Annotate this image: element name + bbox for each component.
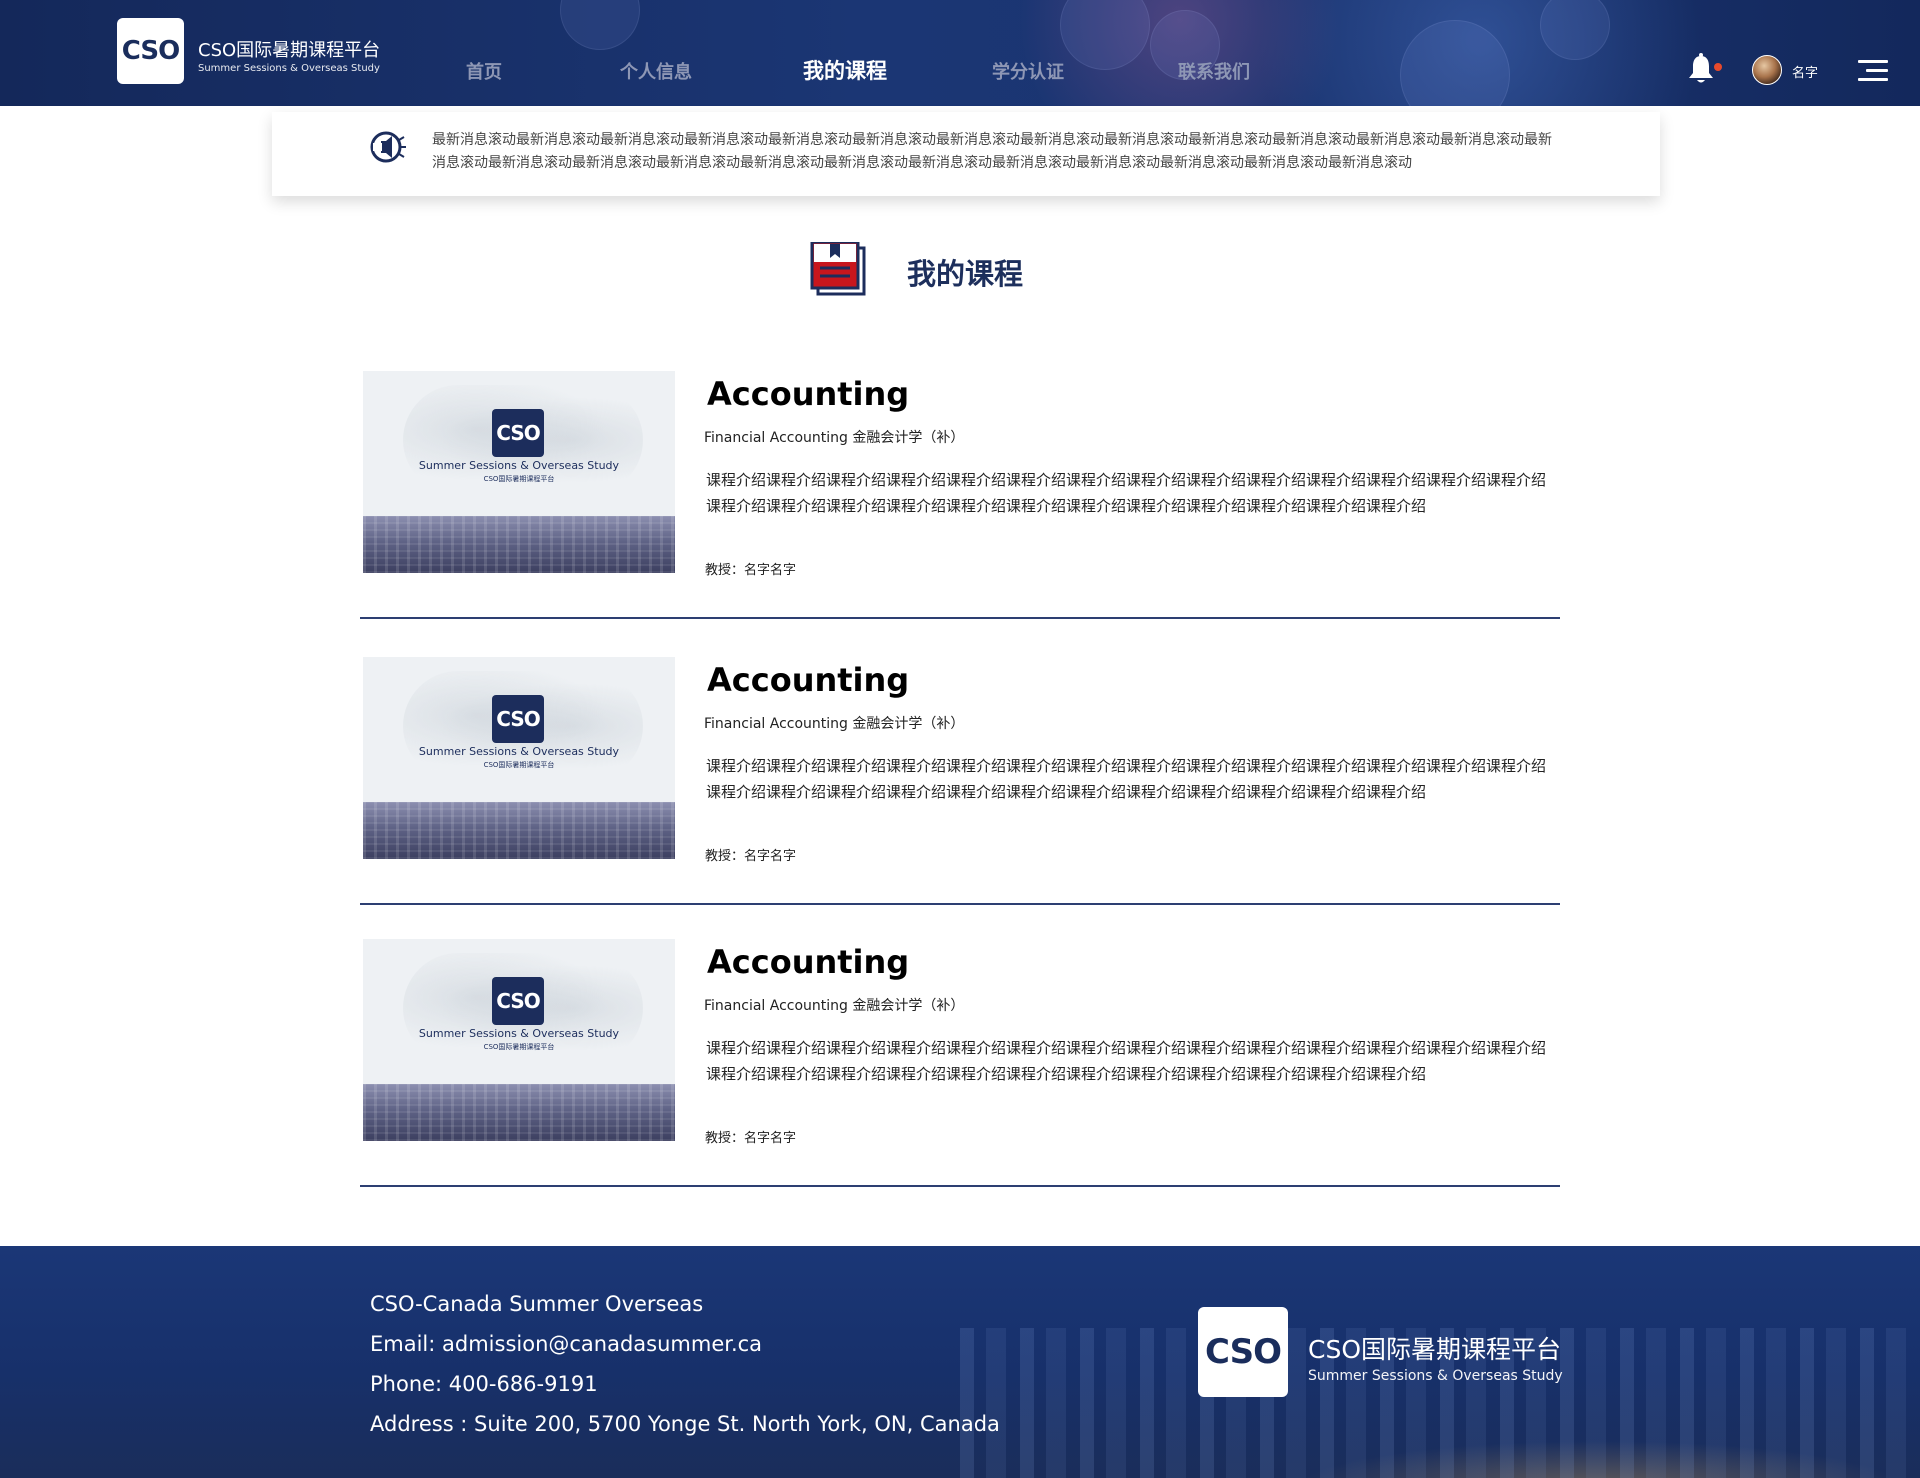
header-decoration: [1540, 0, 1610, 60]
course-professor: 教授：名字名字: [705, 1131, 797, 1146]
course-subtitle: Financial Accounting 金融会计学（补）: [704, 998, 965, 1014]
footer-contact: CSO-Canada Summer Overseas Email: admiss…: [370, 1284, 1000, 1444]
speaker-icon: [370, 131, 406, 163]
city-photo: [363, 1084, 675, 1141]
logo-mark: CSO: [121, 36, 180, 66]
nav-contact-us[interactable]: 联系我们: [1178, 58, 1250, 84]
thumbnail-tagline: Summer Sessions & Overseas Study: [418, 459, 620, 472]
course-professor: 教授：名字名字: [705, 849, 797, 864]
notification-dot: [1714, 63, 1722, 71]
course-book-icon: [810, 242, 866, 296]
bell-icon[interactable]: [1686, 53, 1716, 85]
footer-logo-title: CSO国际暑期课程平台: [1308, 1335, 1562, 1364]
top-header: CSO CSO国际暑期课程平台 Summer Sessions & Overse…: [0, 0, 1920, 106]
logo-title: CSO国际暑期课程平台: [198, 40, 381, 61]
course-subtitle: Financial Accounting 金融会计学（补）: [704, 716, 965, 732]
footer-logo-subtitle: Summer Sessions & Overseas Study: [1308, 1368, 1563, 1384]
thumbnail-logo: CSO: [492, 409, 544, 457]
footer-logo-text: CSO国际暑期课程平台 Summer Sessions & Overseas S…: [1308, 1330, 1563, 1384]
thumbnail-tagline: Summer Sessions & Overseas Study: [418, 745, 620, 758]
avatar[interactable]: [1752, 55, 1782, 85]
city-photo: [363, 516, 675, 573]
course-description: 课程介绍课程介绍课程介绍课程介绍课程介绍课程介绍课程介绍课程介绍课程介绍课程介绍…: [706, 757, 1547, 801]
course-thumbnail[interactable]: CSO Summer Sessions & Overseas Study CSO…: [363, 939, 675, 1141]
thumbnail-logo-mark: CSO: [496, 707, 540, 731]
divider: [360, 617, 1560, 619]
thumbnail-tagline: Summer Sessions & Overseas Study: [418, 1027, 620, 1040]
footer-phone[interactable]: Phone: 400-686-9191: [370, 1364, 1000, 1404]
nav-home[interactable]: 首页: [466, 58, 502, 84]
footer-email[interactable]: Email: admission@canadasummer.ca: [370, 1324, 1000, 1364]
course-description: 课程介绍课程介绍课程介绍课程介绍课程介绍课程介绍课程介绍课程介绍课程介绍课程介绍…: [706, 471, 1547, 515]
menu-icon[interactable]: [1858, 60, 1888, 82]
page-title: 我的课程: [907, 257, 1024, 291]
course-professor: 教授：名字名字: [705, 563, 797, 578]
header-logo[interactable]: CSO: [117, 18, 184, 84]
header-decoration: [560, 0, 640, 50]
footer-logo: CSO: [1198, 1307, 1288, 1397]
course-subtitle: Financial Accounting 金融会计学（补）: [704, 430, 965, 446]
nav-my-courses[interactable]: 我的课程: [803, 55, 887, 85]
header-decoration: [1400, 20, 1510, 106]
thumbnail-logo-mark: CSO: [496, 421, 540, 445]
course-description: 课程介绍课程介绍课程介绍课程介绍课程介绍课程介绍课程介绍课程介绍课程介绍课程介绍…: [706, 1039, 1547, 1083]
course-thumbnail[interactable]: CSO Summer Sessions & Overseas Study CSO…: [363, 371, 675, 573]
thumbnail-brand: CSO国际暑期课程平台: [483, 761, 555, 769]
header-decoration: [1060, 0, 1150, 70]
nav-profile[interactable]: 个人信息: [620, 58, 692, 84]
city-photo: [363, 802, 675, 859]
course-thumbnail[interactable]: CSO Summer Sessions & Overseas Study CSO…: [363, 657, 675, 859]
news-ticker: 最新消息滚动最新消息滚动最新消息滚动最新消息滚动最新消息滚动最新消息滚动最新消息…: [272, 112, 1660, 196]
nav-credit-certification[interactable]: 学分认证: [992, 58, 1064, 84]
thumbnail-logo: CSO: [492, 977, 544, 1025]
thumbnail-logo-mark: CSO: [496, 989, 540, 1013]
footer-logo-mark: CSO: [1205, 1332, 1282, 1372]
thumbnail-brand: CSO国际暑期课程平台: [483, 475, 555, 483]
user-name[interactable]: 名字: [1792, 62, 1818, 81]
thumbnail-brand: CSO国际暑期课程平台: [483, 1043, 555, 1051]
divider: [360, 1185, 1560, 1187]
footer: CSO-Canada Summer Overseas Email: admiss…: [0, 1246, 1920, 1478]
footer-company: CSO-Canada Summer Overseas: [370, 1292, 704, 1316]
course-title[interactable]: Accounting: [707, 943, 909, 981]
course-title[interactable]: Accounting: [707, 661, 909, 699]
thumbnail-logo: CSO: [492, 695, 544, 743]
logo-text: CSO国际暑期课程平台 Summer Sessions & Overseas S…: [198, 36, 380, 74]
ticker-text[interactable]: 最新消息滚动最新消息滚动最新消息滚动最新消息滚动最新消息滚动最新消息滚动最新消息…: [432, 129, 1552, 175]
logo-subtitle: Summer Sessions & Overseas Study: [198, 63, 380, 74]
divider: [360, 903, 1560, 905]
course-title[interactable]: Accounting: [707, 375, 909, 413]
footer-address: Address : Suite 200, 5700 Yonge St. Nort…: [370, 1412, 1000, 1436]
